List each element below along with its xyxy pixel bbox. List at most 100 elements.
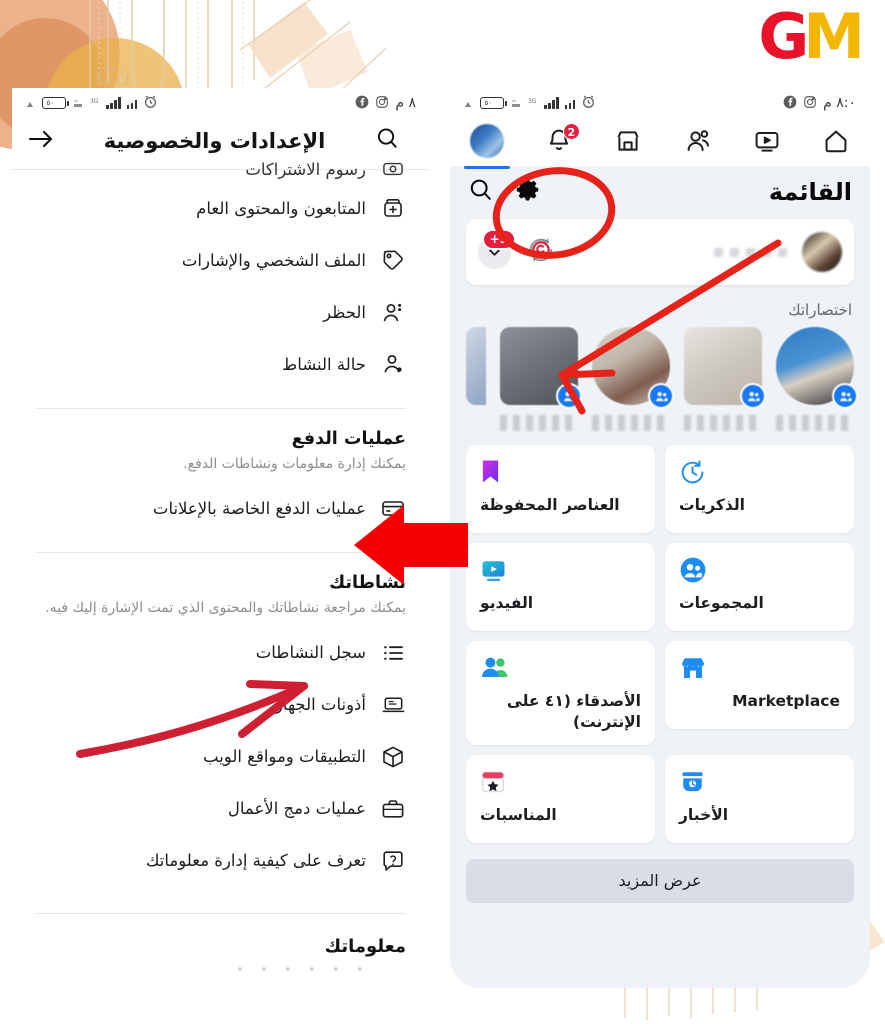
menu-item-activity-status[interactable]: حالة النشاط	[12, 338, 430, 390]
tile-marketplace[interactable]: Marketplace	[665, 641, 854, 729]
events-icon	[480, 767, 506, 797]
menu-item-profile-tags[interactable]: الملف الشخصي والإشارات	[12, 234, 430, 286]
marketplace-icon[interactable]	[614, 127, 642, 155]
friends-icon[interactable]	[684, 127, 712, 155]
signal-secondary-icon	[126, 97, 137, 109]
video-tile-icon	[480, 555, 507, 585]
tile-label: المناسبات	[480, 805, 557, 824]
menu-item-apps-websites[interactable]: التطبيقات ومواقع الويب	[12, 731, 430, 783]
facebook-icon	[783, 94, 797, 113]
profile-card[interactable]: 9+	[466, 219, 854, 285]
menu-item-label: عمليات الدفع الخاصة بالإعلانات	[152, 498, 366, 518]
tile-news[interactable]: الأخبار	[665, 754, 854, 843]
wifi-weak-icon	[464, 94, 474, 113]
tile-label: الذكريات	[679, 496, 745, 514]
shortcut-caption-masked	[776, 415, 854, 431]
section-title: عمليات الدفع	[291, 429, 406, 449]
cube-icon	[380, 744, 406, 770]
nav-menu-avatar[interactable]	[464, 124, 510, 169]
ads-payments-row[interactable]: عمليات الدفع الخاصة بالإعلانات	[12, 482, 430, 534]
notifications-icon[interactable]: 2	[545, 123, 581, 155]
group-icon	[648, 383, 674, 409]
video-icon[interactable]	[753, 127, 781, 155]
memories-clock-icon	[679, 457, 706, 487]
switch-account-icon[interactable]	[525, 234, 557, 270]
tile-label: الأصدقاء (٤١ على الإنترنت)	[506, 692, 641, 731]
facebook-icon	[355, 94, 369, 113]
section-subtitle: يمكنك مراجعة نشاطاتك والمحتوى الذي تمت ا…	[45, 600, 406, 617]
shortcut-caption-masked	[684, 415, 762, 431]
gm-logo: G M	[758, 0, 865, 73]
shortcuts-row[interactable]	[450, 327, 870, 431]
menu-tiles-grid[interactable]: الذكريات العناصر المحفوظة المجموعات الفي…	[450, 431, 870, 843]
menu-item-subscription-fees[interactable]: رسوم الاشتراكات	[12, 156, 430, 182]
search-icon[interactable]	[375, 126, 400, 155]
bookmark-icon	[480, 457, 501, 487]
tile-memories[interactable]: الذكريات	[665, 445, 854, 533]
signal-icon	[106, 97, 121, 109]
list-icon	[380, 640, 406, 666]
search-icon[interactable]	[468, 177, 494, 207]
activity-status-icon	[380, 351, 406, 377]
network-3g-icon: 3G	[90, 94, 100, 113]
tile-label: الأخبار	[679, 805, 729, 824]
menu-item-blocking[interactable]: الحظر	[12, 286, 430, 338]
group-icon	[556, 383, 582, 409]
shortcut-item[interactable]	[592, 327, 674, 431]
menu-item-business-integrations[interactable]: عمليات دمج الأعمال	[12, 783, 430, 835]
tile-label: العناصر المحفوظة	[480, 496, 620, 514]
shortcut-caption-masked	[500, 415, 578, 431]
wifi-weak-icon	[26, 94, 36, 113]
show-more-button[interactable]: عرض المزيد	[466, 858, 854, 903]
tile-label: Marketplace	[732, 692, 840, 710]
menu-item-label: حالة النشاط	[282, 354, 366, 374]
groups-icon	[679, 555, 707, 585]
group-icon	[832, 383, 858, 409]
left-status-bar: ٥٠ ٥٥ 3G ٨ م	[12, 88, 430, 118]
sim-icon: ٥٥	[510, 94, 522, 113]
alarm-icon	[143, 94, 158, 113]
unread-badge: 9+	[481, 228, 516, 250]
home-icon[interactable]	[822, 127, 850, 155]
section-subtitle: يمكنك إدارة معلومات ونشاطات الدفع.	[183, 456, 406, 472]
profile-name-masked	[714, 247, 792, 257]
tile-groups[interactable]: المجموعات	[665, 543, 854, 631]
expand-profile-button[interactable]: 9+	[478, 228, 516, 269]
logo-letter-g: G	[758, 0, 809, 73]
tile-events[interactable]: المناسبات	[466, 754, 655, 843]
shortcut-thumbnail	[684, 327, 766, 409]
menu-item-manage-info[interactable]: تعرف على كيفية إدارة معلوماتك	[12, 835, 430, 887]
shortcut-item[interactable]	[500, 327, 582, 431]
marketplace-tile-icon	[679, 653, 707, 683]
tile-label: المجموعات	[679, 594, 764, 612]
payments-section-header: عمليات الدفع يمكنك إدارة معلومات ونشاطات…	[12, 409, 430, 476]
activity-log-row[interactable]: سجل النشاطات	[12, 627, 430, 679]
shortcut-thumbnail	[776, 327, 858, 409]
signal-icon	[544, 97, 559, 109]
tile-saved[interactable]: العناصر المحفوظة	[466, 445, 655, 533]
alarm-icon	[581, 94, 596, 113]
tag-icon	[380, 247, 406, 273]
gear-icon[interactable]	[514, 176, 541, 207]
logo-letter-m: M	[803, 0, 865, 73]
menu-item-followers[interactable]: المتابعون والمحتوى العام	[12, 182, 430, 234]
network-3g-icon: 3G	[528, 94, 538, 113]
shortcut-item-partial[interactable]	[466, 327, 486, 405]
page-title: الإعدادات والخصوصية	[103, 128, 326, 153]
svg-text:3G: 3G	[528, 98, 537, 105]
settings-list[interactable]: رسوم الاشتراكات المتابعون والمحتوى العام…	[12, 156, 430, 973]
arrow-right-icon[interactable]	[28, 128, 54, 154]
tile-video[interactable]: الفيديو	[466, 543, 655, 631]
shortcut-item[interactable]	[776, 327, 858, 431]
right-status-bar: ٥٠ ٥٥ 3G ٨:٠ م	[450, 88, 870, 118]
active-tab-underline	[464, 166, 510, 169]
shortcuts-label: اختصاراتك	[788, 301, 852, 319]
shortcut-thumbnail	[500, 327, 582, 409]
shortcut-item[interactable]	[684, 327, 766, 431]
menu-item-device-permissions[interactable]: أذونات الجهاز	[12, 679, 430, 731]
activity-section-header: نشاطاتك يمكنك مراجعة نشاطاتك والمحتوى ال…	[12, 553, 430, 620]
facebook-top-nav[interactable]: 2	[450, 118, 870, 169]
menu-item-label: المتابعون والمحتوى العام	[196, 198, 366, 218]
info-section-title: معلوماتك	[324, 935, 406, 957]
tile-friends[interactable]: الأصدقاء (٤١ على الإنترنت)	[466, 641, 655, 745]
